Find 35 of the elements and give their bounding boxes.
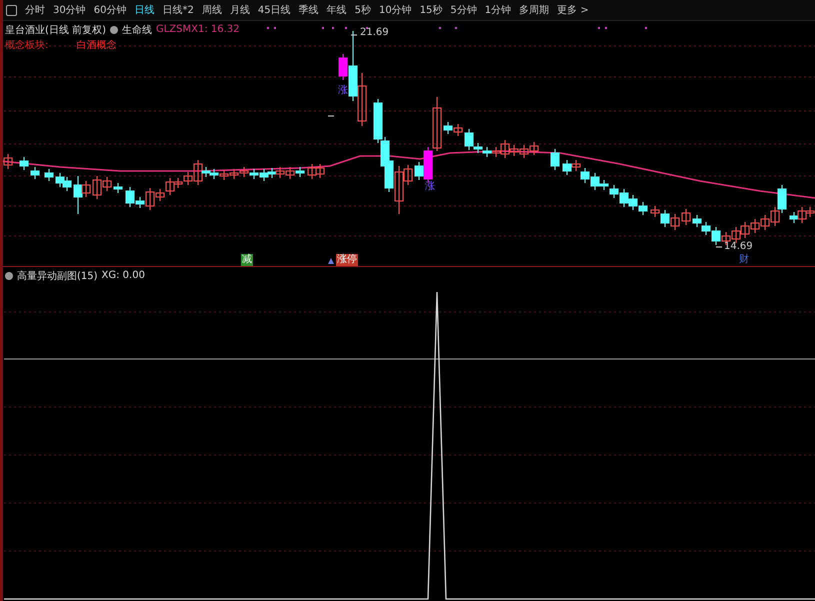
period-tab[interactable]: 60分钟	[90, 3, 130, 17]
signal-tag: 财	[738, 254, 750, 266]
triangle-icon	[328, 258, 334, 264]
period-tab[interactable]: 季线	[294, 3, 323, 17]
price-label: 21.69	[360, 27, 389, 38]
signal-tag: 减	[241, 254, 253, 266]
signal-label: 涨	[338, 84, 348, 97]
period-tab[interactable]: 30分钟	[49, 3, 90, 17]
period-tab[interactable]: 日线	[130, 3, 158, 17]
stock-title: 皇台酒业(日线 前复权)	[5, 24, 106, 36]
leader-line	[716, 246, 722, 248]
signal-label: 涨	[425, 180, 435, 193]
period-tab[interactable]: 1分钟	[480, 3, 516, 17]
period-tab[interactable]: 年线	[322, 3, 351, 17]
price-label: 14.69	[724, 241, 753, 252]
period-tab[interactable]: 15秒	[416, 3, 446, 17]
leader-line	[350, 34, 358, 36]
period-tab[interactable]: 10分钟	[374, 3, 416, 17]
indicator-name: 生命线	[122, 24, 152, 36]
panel-toggle-icon[interactable]	[6, 4, 17, 16]
period-tab[interactable]: 5秒	[350, 3, 375, 17]
sub-chart-title: 高量异动副图(15)	[17, 270, 98, 282]
period-tab[interactable]: 日线*2	[158, 3, 198, 17]
indicator-reading: XG: 0.00	[102, 270, 145, 281]
indicator-reading: GLZSMX1: 16.32	[156, 24, 240, 35]
period-tab[interactable]: 周线	[198, 3, 226, 17]
signal-tag: 涨停	[336, 254, 358, 266]
period-tab[interactable]: 分时	[21, 3, 49, 17]
period-tab[interactable]: 5分钟	[446, 3, 481, 17]
concept-label: 概念板块:	[5, 38, 48, 52]
period-tab[interactable]: 多周期	[515, 3, 554, 17]
concept-value: 白酒概念	[76, 38, 116, 52]
period-tab[interactable]: 更多 >	[553, 3, 593, 17]
period-tab[interactable]: 45日线	[254, 3, 295, 17]
period-tab[interactable]: 月线	[226, 3, 254, 17]
